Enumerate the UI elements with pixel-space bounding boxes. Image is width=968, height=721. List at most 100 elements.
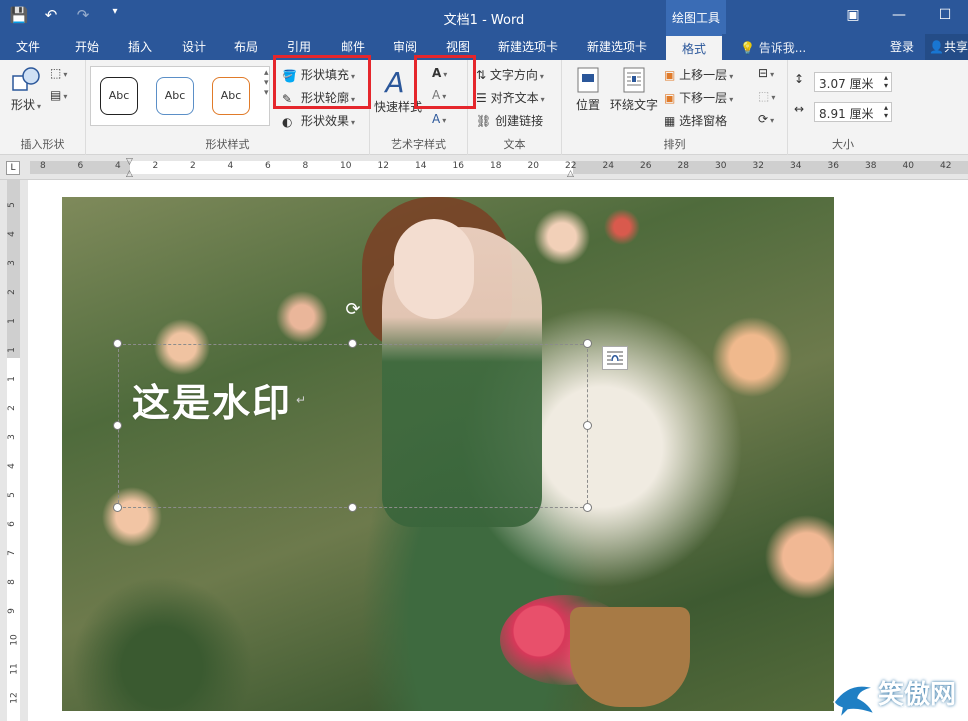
create-link-button[interactable]: ⛓ 创建链接 <box>476 112 543 129</box>
link-icon: ⛓ <box>476 114 492 128</box>
tab-home[interactable]: 开始 <box>75 38 99 55</box>
align-icon[interactable]: ⊟ ▾ <box>758 66 774 80</box>
vertical-ruler-tick-label: 8 <box>6 579 17 585</box>
group-label-size: 大小 <box>832 138 854 151</box>
text-box-icon[interactable]: ▤ ▾ <box>50 88 67 102</box>
wrap-text-button[interactable]: 环绕文字 <box>610 66 658 113</box>
person-icon: 👤 <box>929 40 944 54</box>
tab-layout[interactable]: 布局 <box>234 38 258 55</box>
shape-effects-button[interactable]: ◐ 形状效果 ▾ <box>282 112 355 129</box>
share-button[interactable]: 👤共享 <box>925 34 968 60</box>
resize-handle-left[interactable] <box>113 421 122 430</box>
rotate-handle-icon[interactable]: ⟳ <box>343 300 363 320</box>
text-direction-button[interactable]: ⇅ 文字方向 ▾ <box>476 66 544 83</box>
vertical-ruler-tick-label: 2 <box>6 289 17 295</box>
ruler-tick-label: 4 <box>227 161 234 171</box>
ruler-tick-label: 40 <box>902 161 914 171</box>
tab-view[interactable]: 视图 <box>446 38 470 55</box>
wrap-text-icon <box>623 67 645 93</box>
group-size: ↕ 3.07 厘米 ▴ ▾ ↔ 8.91 厘米 ▴ ▾ 大小 <box>788 60 898 155</box>
tab-references[interactable]: 引用 <box>287 38 311 55</box>
send-backward-button[interactable]: ▣ 下移一层 ▾ <box>664 89 733 106</box>
first-line-indent-icon[interactable]: ▽ <box>126 157 136 167</box>
vertical-ruler-tick-label: 2 <box>6 405 17 411</box>
login-link[interactable]: 登录 <box>890 38 914 55</box>
group-arrange: 位置 环绕文字 ▣ 上移一层 ▾ ▣ 下移一层 ▾ ▦ 选择窗格 ⊟ ▾ ⬚ ▾ ⟳ ▾ … <box>562 60 788 155</box>
watermark-text[interactable]: 这是水印 <box>132 372 292 427</box>
hanging-indent-icon[interactable]: △ <box>126 169 136 179</box>
ruler-tick-label: 18 <box>490 161 502 171</box>
minimize-icon[interactable]: — <box>876 0 922 30</box>
resize-handle-top[interactable] <box>348 339 357 348</box>
tell-me-search[interactable]: 💡 告诉我... <box>740 39 806 56</box>
tab-design[interactable]: 设计 <box>182 38 206 55</box>
shape-style-preset-2[interactable]: Abc <box>156 77 194 115</box>
quick-styles-button[interactable]: A 快速样式 <box>374 66 422 115</box>
position-button[interactable]: 位置 <box>572 66 604 113</box>
ruler-tick-label: 42 <box>940 161 952 171</box>
ruler-tick-label: 16 <box>452 161 464 171</box>
ruler-tick-label: 36 <box>827 161 839 171</box>
bring-forward-icon: ▣ <box>664 68 676 82</box>
resize-handle-bottom[interactable] <box>348 503 357 512</box>
text-effects-button[interactable]: A ▾ <box>432 112 446 126</box>
resize-handle-top-right[interactable] <box>583 339 592 348</box>
resize-handle-bottom-right[interactable] <box>583 503 592 512</box>
ruler-tick-label: 8 <box>40 161 46 171</box>
share-label: 共享 <box>943 40 968 54</box>
maximize-icon[interactable]: ☐ <box>922 0 968 30</box>
vertical-ruler-tick-label: 12 <box>9 692 20 704</box>
title-bar: 💾 ↶ ↷ ▾ 文档1 - Word 绘图工具 ▣ — ☐ <box>0 0 968 34</box>
ribbon-tabs: 文件 开始 插入 设计 布局 引用 邮件 审阅 视图 新建选项卡 新建选项卡 格… <box>0 34 968 60</box>
vertical-ruler-tick-label: 6 <box>6 521 17 527</box>
ruler-tick-label: 26 <box>640 161 652 171</box>
height-spinner-icon[interactable]: ▴ ▾ <box>884 74 888 90</box>
height-icon: ↕ <box>794 72 805 86</box>
group-icon[interactable]: ⬚ ▾ <box>758 89 775 103</box>
shape-style-preset-1[interactable]: Abc <box>100 77 138 115</box>
shape-style-preset-3[interactable]: Abc <box>212 77 250 115</box>
wrap-text-label: 环绕文字 <box>610 98 659 112</box>
resize-handle-bottom-left[interactable] <box>113 503 122 512</box>
window-controls: ▣ — ☐ <box>830 0 968 30</box>
tab-mailings[interactable]: 邮件 <box>341 38 365 55</box>
svg-text:A: A <box>383 66 404 96</box>
align-text-button[interactable]: ☰ 对齐文本 ▾ <box>476 89 545 106</box>
tab-new-1[interactable]: 新建选项卡 <box>498 38 558 55</box>
tab-review[interactable]: 审阅 <box>393 38 417 55</box>
resize-handle-right[interactable] <box>583 421 592 430</box>
gallery-scroll-icon[interactable]: ▴ ▾ ▾ <box>264 68 269 98</box>
align-text-icon: ☰ <box>476 91 487 105</box>
height-input[interactable]: 3.07 厘米 ▴ ▾ <box>814 72 892 92</box>
photo-basket <box>570 607 690 707</box>
ruler-tick-label: 6 <box>265 161 271 171</box>
selection-pane-button[interactable]: ▦ 选择窗格 <box>664 112 727 129</box>
right-indent-icon[interactable]: △ <box>567 169 577 179</box>
edit-shape-icon[interactable]: ⬚ ▾ <box>50 66 67 80</box>
send-backward-icon: ▣ <box>664 91 676 105</box>
tab-file[interactable]: 文件 <box>16 38 40 55</box>
tab-insert[interactable]: 插入 <box>128 38 152 55</box>
width-spinner-icon[interactable]: ▴ ▾ <box>884 104 888 120</box>
bring-forward-button[interactable]: ▣ 上移一层 ▾ <box>664 66 733 83</box>
ribbon-display-icon[interactable]: ▣ <box>830 0 876 30</box>
tab-format[interactable]: 格式 <box>666 34 723 60</box>
group-text: ⇅ 文字方向 ▾ ☰ 对齐文本 ▾ ⛓ 创建链接 文本 <box>468 60 562 155</box>
ruler-tick-label: 2 <box>190 161 196 171</box>
shapes-label: 形状 <box>10 98 35 112</box>
vertical-ruler-tick-label: 5 <box>6 492 17 498</box>
layout-options-button[interactable] <box>602 346 628 370</box>
ruler-tick-label: 28 <box>677 161 689 171</box>
tab-selector[interactable]: L <box>6 161 20 175</box>
ruler-tick-label: 2 <box>152 161 159 171</box>
position-icon <box>577 67 599 93</box>
vertical-ruler-tick-label: 10 <box>9 634 20 646</box>
group-insert-shapes: 形状 ▾ ⬚ ▾ ▤ ▾ 插入形状 <box>0 60 86 155</box>
shapes-icon <box>12 67 40 91</box>
tab-new-2[interactable]: 新建选项卡 <box>587 38 647 55</box>
shark-icon <box>833 685 876 720</box>
rotate-icon[interactable]: ⟳ ▾ <box>758 112 774 126</box>
shapes-button[interactable]: 形状 ▾ <box>8 66 44 113</box>
width-input[interactable]: 8.91 厘米 ▴ ▾ <box>814 102 892 122</box>
resize-handle-top-left[interactable] <box>113 339 122 348</box>
